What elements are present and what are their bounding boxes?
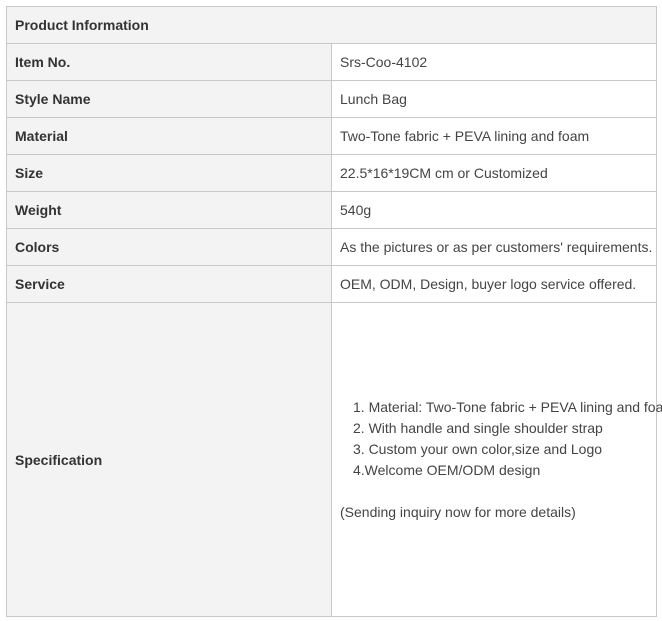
row-label-item-no: Item No. (6, 43, 332, 81)
table-row-style-name: Style Name Lunch Bag (6, 80, 657, 118)
table-row-colors: Colors As the pictures or as per custome… (6, 228, 657, 266)
row-label-specification: Specification (6, 302, 332, 617)
row-value-colors: As the pictures or as per customers' req… (331, 228, 657, 266)
row-value-material: Two-Tone fabric + PEVA lining and foam (331, 117, 657, 155)
row-value-service: OEM, ODM, Design, buyer logo service off… (331, 265, 657, 303)
specification-list: 1. Material: Two-Tone fabric + PEVA lini… (340, 397, 662, 481)
row-value-style-name: Lunch Bag (331, 80, 657, 118)
row-value-item-no: Srs-Coo-4102 (331, 43, 657, 81)
table-row-item-no: Item No. Srs-Coo-4102 (6, 43, 657, 81)
specification-item: 3. Custom your own color,size and Logo (353, 440, 603, 457)
specification-item: 1. Material: Two-Tone fabric + PEVA lini… (353, 398, 662, 415)
row-label-style-name: Style Name (6, 80, 332, 118)
row-label-colors: Colors (6, 228, 332, 266)
row-label-service: Service (6, 265, 332, 303)
row-value-size: 22.5*16*19CM cm or Customized (331, 154, 657, 192)
specification-content: 1. Material: Two-Tone fabric + PEVA lini… (331, 302, 662, 617)
table-title: Product Information (6, 6, 657, 44)
row-label-weight: Weight (6, 191, 332, 229)
table-row-specification: Specification 1. Material: Two-Tone fabr… (6, 302, 662, 617)
table-row-weight: Weight 540g (6, 191, 657, 229)
specification-note: (Sending inquiry now for more details) (340, 503, 576, 520)
row-label-size: Size (6, 154, 332, 192)
row-value-weight: 540g (331, 191, 657, 229)
table-title-row: Product Information (6, 6, 657, 44)
table-row-service: Service OEM, ODM, Design, buyer logo ser… (6, 265, 657, 303)
specification-item: 2. With handle and single shoulder strap (353, 419, 603, 436)
table-row-size: Size 22.5*16*19CM cm or Customized (6, 154, 657, 192)
table-row-material: Material Two-Tone fabric + PEVA lining a… (6, 117, 657, 155)
row-label-material: Material (6, 117, 332, 155)
product-information-table: Product Information Item No. Srs-Coo-410… (6, 6, 662, 617)
specification-item: 4.Welcome OEM/ODM design (353, 461, 541, 478)
